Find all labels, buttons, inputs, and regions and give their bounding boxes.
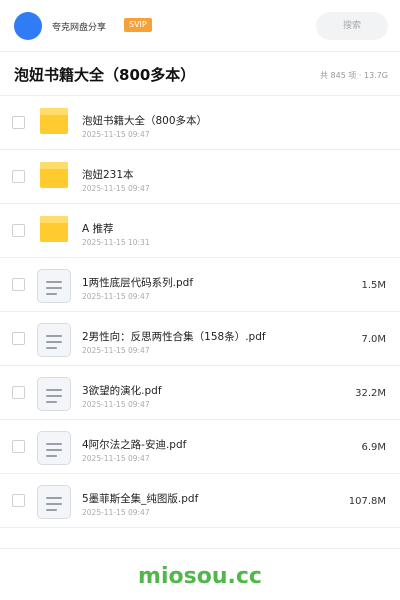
file-list: 泡妞书籍大全（800多本） 2025-11-15 09:47 泡妞231本 20…	[0, 96, 400, 528]
select-checkbox[interactable]	[12, 224, 25, 237]
select-checkbox[interactable]	[12, 494, 25, 507]
select-checkbox[interactable]	[12, 332, 25, 345]
select-checkbox[interactable]	[12, 386, 25, 399]
list-item[interactable]: 3欲望的演化.pdf 2025-11-15 09:47 32.2M	[0, 366, 400, 420]
list-item[interactable]: 泡妞书籍大全（800多本） 2025-11-15 09:47	[0, 96, 400, 150]
page-title: 泡妞书籍大全（800多本）	[14, 66, 196, 84]
file-date: 2025-11-15 09:47	[82, 454, 150, 463]
list-item[interactable]: 5墨菲斯全集_纯图版.pdf 2025-11-15 09:47 107.8M	[0, 474, 400, 528]
document-icon	[37, 269, 71, 303]
document-icon	[37, 431, 71, 465]
file-date: 2025-11-15 09:47	[82, 184, 150, 193]
file-date: 2025-11-15 09:47	[82, 346, 150, 355]
file-name[interactable]: 泡妞231本	[82, 167, 134, 182]
file-name[interactable]: 1两性底层代码系列.pdf	[82, 275, 193, 290]
file-name[interactable]: 4阿尔法之路-安迪.pdf	[82, 437, 186, 452]
select-checkbox[interactable]	[12, 440, 25, 453]
search-input[interactable]: 搜索	[316, 12, 388, 40]
avatar[interactable]	[14, 12, 42, 40]
svip-badge: SVIP	[124, 18, 152, 32]
folder-icon	[40, 162, 68, 188]
share-name: 夸克网盘分享	[52, 23, 107, 33]
folder-stats: 共 845 项 · 13.7G	[320, 71, 388, 80]
file-size: 6.9M	[361, 442, 386, 453]
file-size: 1.5M	[361, 280, 386, 291]
select-checkbox[interactable]	[12, 170, 25, 183]
folder-icon	[40, 108, 68, 134]
header: 夸克网盘分享 SVIP 搜索	[0, 0, 400, 52]
file-size: 32.2M	[355, 388, 386, 399]
select-checkbox[interactable]	[12, 278, 25, 291]
document-icon	[37, 485, 71, 519]
list-item[interactable]: 1两性底层代码系列.pdf 2025-11-15 09:47 1.5M	[0, 258, 400, 312]
folder-icon	[40, 216, 68, 242]
list-item[interactable]: A 推荐 2025-11-15 10:31	[0, 204, 400, 258]
document-icon	[37, 377, 71, 411]
file-date: 2025-11-15 10:31	[82, 238, 150, 247]
file-date: 2025-11-15 09:47	[82, 400, 150, 409]
file-name[interactable]: 2男性向：反思两性合集（158条）.pdf	[82, 329, 266, 344]
file-size: 107.8M	[348, 496, 386, 507]
list-item[interactable]: 2男性向：反思两性合集（158条）.pdf 2025-11-15 09:47 7…	[0, 312, 400, 366]
file-name[interactable]: 3欲望的演化.pdf	[82, 383, 162, 398]
file-size: 7.0M	[361, 334, 386, 345]
file-date: 2025-11-15 09:47	[82, 292, 150, 301]
file-name[interactable]: 泡妞书籍大全（800多本）	[82, 113, 207, 128]
file-name[interactable]: A 推荐	[82, 221, 114, 236]
watermark: miosou.cc	[138, 564, 262, 589]
list-item[interactable]: 泡妞231本 2025-11-15 09:47	[0, 150, 400, 204]
file-date: 2025-11-15 09:47	[82, 508, 150, 517]
list-item[interactable]: 4阿尔法之路-安迪.pdf 2025-11-15 09:47 6.9M	[0, 420, 400, 474]
select-checkbox[interactable]	[12, 116, 25, 129]
file-date: 2025-11-15 09:47	[82, 130, 150, 139]
file-name[interactable]: 5墨菲斯全集_纯图版.pdf	[82, 491, 198, 506]
document-icon	[37, 323, 71, 357]
title-bar: 泡妞书籍大全（800多本） 共 845 项 · 13.7G	[0, 52, 400, 96]
